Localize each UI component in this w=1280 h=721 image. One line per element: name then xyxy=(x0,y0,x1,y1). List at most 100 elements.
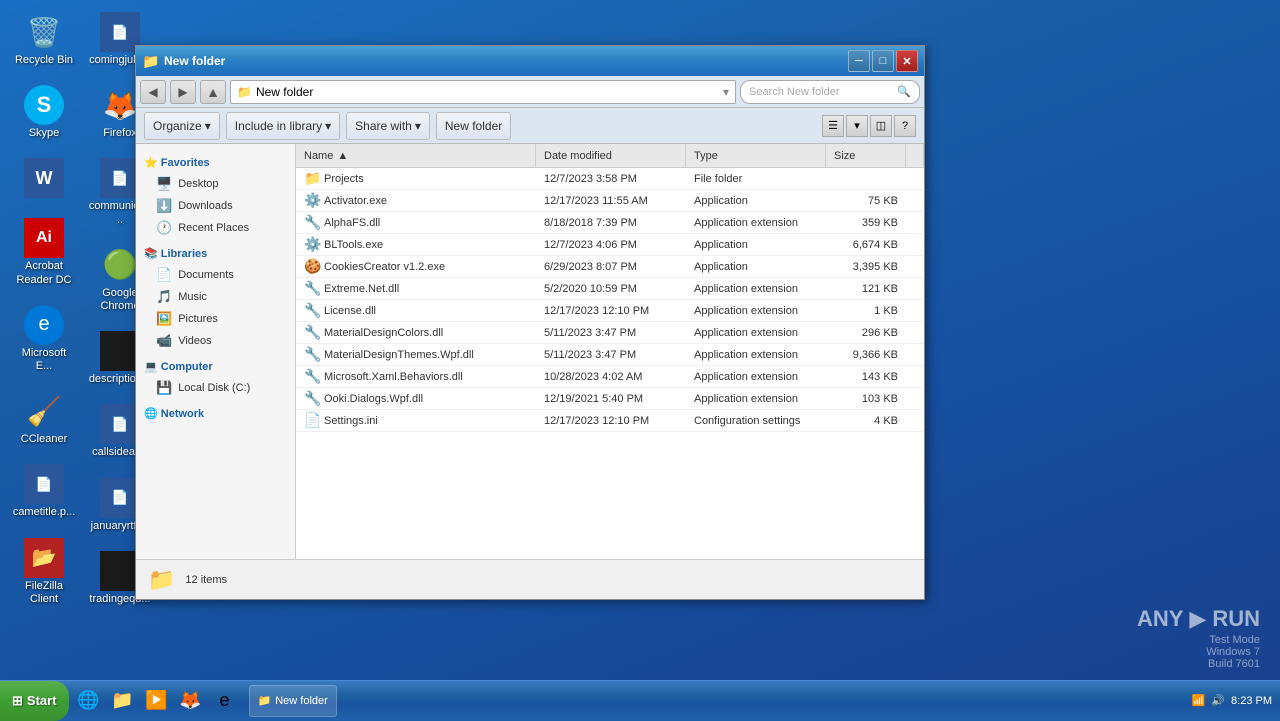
table-row[interactable]: 📁 Projects 12/7/2023 3:58 PM File folder xyxy=(296,168,924,190)
file-type-icon: 🍪 xyxy=(304,258,320,275)
music-nav-label: Music xyxy=(178,291,207,303)
build-number-text: Build 7601 xyxy=(1137,658,1260,670)
preview-pane-button[interactable]: ◫ xyxy=(870,115,892,137)
table-row[interactable]: 🔧 License.dll 12/17/2023 12:10 PM Applic… xyxy=(296,300,924,322)
search-box[interactable]: Search New folder 🔍 xyxy=(740,80,920,104)
view-dropdown-button[interactable]: ▾ xyxy=(846,115,868,137)
column-header-size[interactable]: Size xyxy=(826,144,906,167)
nav-item-local-disk[interactable]: 💾 Local Disk (C:) xyxy=(136,377,295,399)
column-header-type[interactable]: Type xyxy=(686,144,826,167)
file-type-cell: Configuration settings xyxy=(686,415,826,427)
file-type-icon: ⚙️ xyxy=(304,236,320,253)
taskbar-explorer-icon[interactable]: 📁 xyxy=(107,685,139,717)
share-with-dropdown-icon: ▾ xyxy=(415,119,421,133)
table-row[interactable]: 🍪 CookiesCreator v1.2.exe 6/29/2023 8:07… xyxy=(296,256,924,278)
network-icon: 🌐 xyxy=(144,408,158,420)
file-name: License.dll xyxy=(324,305,376,317)
file-name: AlphaFS.dll xyxy=(324,217,380,229)
include-library-button[interactable]: Include in library ▾ xyxy=(226,112,340,140)
file-name: Extreme.Net.dll xyxy=(324,283,399,295)
desktop-icon-skype[interactable]: S Skype xyxy=(8,81,80,144)
taskbar-edge-icon[interactable]: e xyxy=(209,685,241,717)
desktop-icon-cametitle[interactable]: 📄 cametitle.p... xyxy=(8,460,80,523)
volume-tray-icon[interactable]: 🔊 xyxy=(1211,694,1225,707)
januaryrtf-icon: 📄 xyxy=(100,478,140,518)
table-row[interactable]: 🔧 Ooki.Dialogs.Wpf.dll 12/19/2021 5:40 P… xyxy=(296,388,924,410)
up-button[interactable]: ▲ xyxy=(200,80,226,104)
forward-button[interactable]: ▶ xyxy=(170,80,196,104)
taskbar-ie-icon[interactable]: 🌐 xyxy=(73,685,105,717)
nav-item-downloads[interactable]: ⬇️ Downloads xyxy=(136,195,295,217)
libraries-header[interactable]: 📚 Libraries xyxy=(136,243,295,264)
window-title: New folder xyxy=(164,54,848,68)
file-name-cell: 🔧 Microsoft.Xaml.Behaviors.dll xyxy=(296,368,536,385)
desktop-icon-recycle-bin[interactable]: 🗑️ Recycle Bin xyxy=(8,8,80,71)
nav-item-desktop[interactable]: 🖥️ Desktop xyxy=(136,173,295,195)
help-button[interactable]: ? xyxy=(894,115,916,137)
table-row[interactable]: 🔧 AlphaFS.dll 8/18/2018 7:39 PM Applicat… xyxy=(296,212,924,234)
desktop-icon-edge[interactable]: e Microsoft E... xyxy=(8,301,80,377)
table-row[interactable]: 🔧 MaterialDesignThemes.Wpf.dll 5/11/2023… xyxy=(296,344,924,366)
status-bar: 📁 12 items xyxy=(136,559,924,599)
start-button[interactable]: ⊞ Start xyxy=(0,681,69,721)
table-row[interactable]: ⚙️ BLTools.exe 12/7/2023 4:06 PM Applica… xyxy=(296,234,924,256)
cametitle-icon: 📄 xyxy=(24,464,64,504)
table-row[interactable]: ⚙️ Activator.exe 12/17/2023 11:55 AM App… xyxy=(296,190,924,212)
column-header-name[interactable]: Name ▲ xyxy=(296,144,536,167)
network-header[interactable]: 🌐 Network xyxy=(136,403,295,424)
file-type-icon: 🔧 xyxy=(304,368,320,385)
desktop-icon-ccleaner[interactable]: 🧹 CCleaner xyxy=(8,387,80,450)
desktop-icon-filezilla[interactable]: 📂 FileZilla Client xyxy=(8,534,80,610)
view-controls: ☰ ▾ ◫ ? xyxy=(822,115,916,137)
close-button[interactable]: ✕ xyxy=(896,50,918,72)
title-bar: 📁 New folder ─ □ ✕ xyxy=(136,46,924,76)
taskbar-firefox-icon[interactable]: 🦊 xyxy=(175,685,207,717)
description-icon xyxy=(100,331,140,371)
acrobat-icon: Ai xyxy=(24,218,64,258)
anyrun-label: ANY xyxy=(1137,606,1183,632)
computer-header[interactable]: 💻 Computer xyxy=(136,356,295,377)
name-col-label: Name xyxy=(304,150,333,162)
taskbar-wmp-icon[interactable]: ▶️ xyxy=(141,685,173,717)
desktop-icon-word[interactable]: W xyxy=(8,154,80,204)
libraries-icon: 📚 xyxy=(144,248,158,260)
favorites-header[interactable]: ⭐ Favorites xyxy=(136,152,295,173)
address-icon: 📁 xyxy=(237,85,252,99)
status-folder-icon: 📁 xyxy=(148,567,175,593)
search-icon[interactable]: 🔍 xyxy=(897,85,911,98)
skype-icon: S xyxy=(24,85,64,125)
column-header-date[interactable]: Date modified xyxy=(536,144,686,167)
address-path-field[interactable]: 📁 New folder ▾ xyxy=(230,80,736,104)
new-folder-button[interactable]: New folder xyxy=(436,112,511,140)
nav-item-videos[interactable]: 📹 Videos xyxy=(136,330,295,352)
nav-item-recent-places[interactable]: 🕐 Recent Places xyxy=(136,217,295,239)
file-name-cell: 🔧 Ooki.Dialogs.Wpf.dll xyxy=(296,390,536,407)
view-list-button[interactable]: ☰ xyxy=(822,115,844,137)
file-name-cell: 🔧 MaterialDesignThemes.Wpf.dll xyxy=(296,346,536,363)
table-row[interactable]: 🔧 Extreme.Net.dll 5/2/2020 10:59 PM Appl… xyxy=(296,278,924,300)
cametitle-label: cametitle.p... xyxy=(13,506,75,519)
organize-button[interactable]: Organize ▾ xyxy=(144,112,220,140)
table-row[interactable]: 🔧 Microsoft.Xaml.Behaviors.dll 10/28/202… xyxy=(296,366,924,388)
nav-item-pictures[interactable]: 🖼️ Pictures xyxy=(136,308,295,330)
clock[interactable]: 8:23 PM xyxy=(1231,695,1272,707)
nav-item-documents[interactable]: 📄 Documents xyxy=(136,264,295,286)
table-row[interactable]: 🔧 MaterialDesignColors.dll 5/11/2023 3:4… xyxy=(296,322,924,344)
nav-pane: ⭐ Favorites 🖥️ Desktop ⬇️ Downloads 🕐 Re… xyxy=(136,144,296,559)
share-with-button[interactable]: Share with ▾ xyxy=(346,112,430,140)
minimize-button[interactable]: ─ xyxy=(848,50,870,72)
taskbar-explorer-window[interactable]: 📁 New folder xyxy=(249,685,337,717)
music-nav-icon: 🎵 xyxy=(156,289,172,305)
nav-item-music[interactable]: 🎵 Music xyxy=(136,286,295,308)
build-info: ANY ▶ RUN Test Mode Windows 7 Build 7601 xyxy=(1137,606,1260,670)
file-type-cell: Application extension xyxy=(686,371,826,383)
desktop-icon-acrobat[interactable]: Ai Acrobat Reader DC xyxy=(8,214,80,290)
table-row[interactable]: 📄 Settings.ini 12/17/2023 12:10 PM Confi… xyxy=(296,410,924,432)
network-tray-icon[interactable]: 📶 xyxy=(1192,694,1206,707)
comingjul-icon: 📄 xyxy=(100,12,140,52)
address-dropdown-icon[interactable]: ▾ xyxy=(723,85,729,99)
file-type-cell: Application extension xyxy=(686,283,826,295)
back-button[interactable]: ◀ xyxy=(140,80,166,104)
maximize-button[interactable]: □ xyxy=(872,50,894,72)
file-name: Microsoft.Xaml.Behaviors.dll xyxy=(324,371,463,383)
